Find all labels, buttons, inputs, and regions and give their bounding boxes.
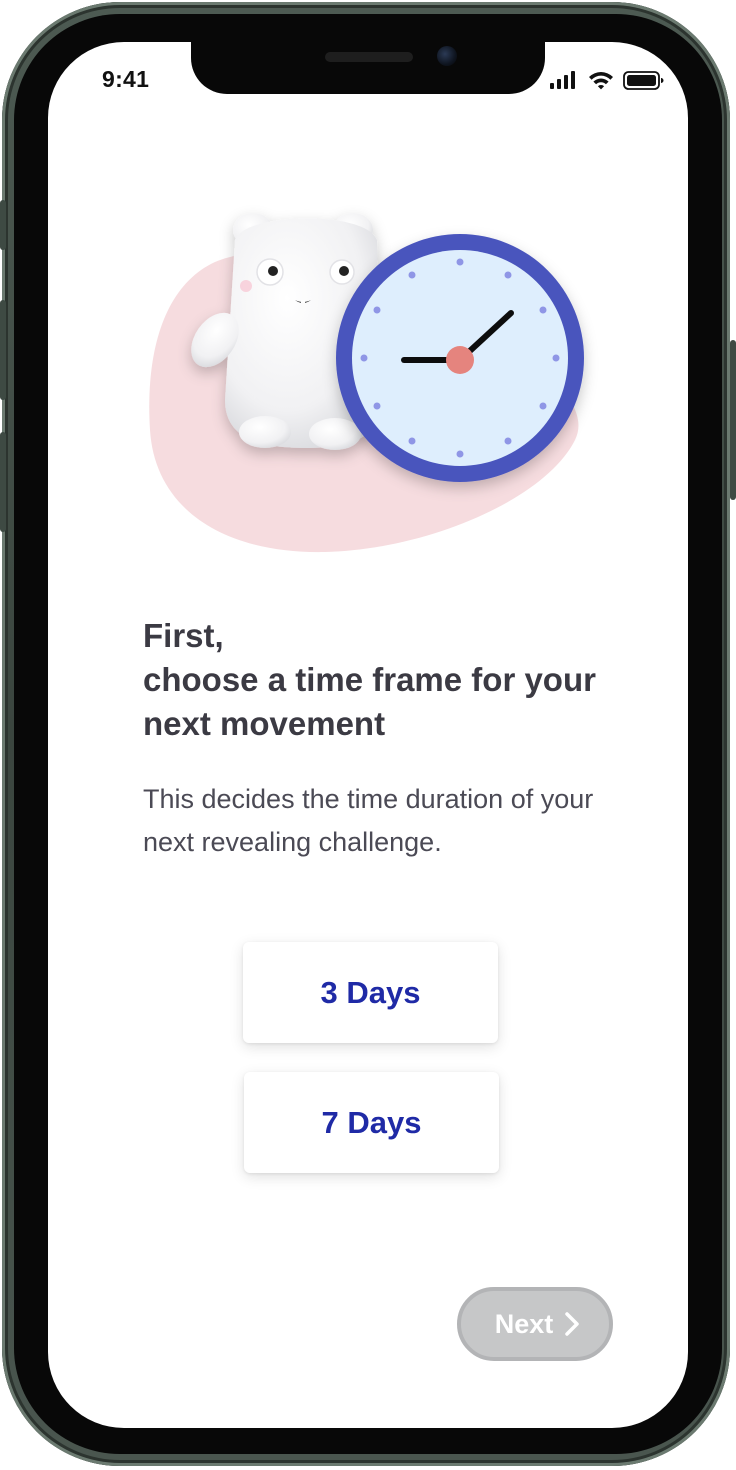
next-button-label: Next: [494, 1308, 554, 1339]
option-7-days-button[interactable]: 7 Days: [244, 1072, 499, 1173]
status-bar-time: 9:41: [102, 66, 150, 92]
clock-icon: [336, 234, 584, 482]
power-button: [730, 340, 736, 500]
mute-switch: [0, 200, 6, 250]
status-bar-icons: [548, 68, 666, 92]
option-3-days-button[interactable]: 3 Days: [243, 942, 498, 1043]
volume-up-button: [0, 300, 6, 400]
next-button[interactable]: Next: [457, 1287, 613, 1361]
earpiece-speaker: [325, 52, 413, 62]
page-title: First, choose a time frame for your next…: [143, 614, 663, 746]
hero-illustration: [145, 200, 605, 560]
page-description: This decides the time duration of your n…: [143, 784, 594, 857]
wifi-icon: [589, 72, 613, 90]
notch: [191, 38, 545, 94]
volume-down-button: [0, 432, 6, 532]
battery-icon: [623, 71, 664, 90]
title-line-2: choose a time frame for your: [143, 661, 596, 698]
title-line-1: First,: [143, 617, 224, 654]
front-camera: [437, 46, 457, 66]
cellular-signal-icon: [550, 71, 575, 89]
title-line-3: next movement: [143, 705, 386, 742]
chevron-right-icon: [565, 1312, 580, 1336]
